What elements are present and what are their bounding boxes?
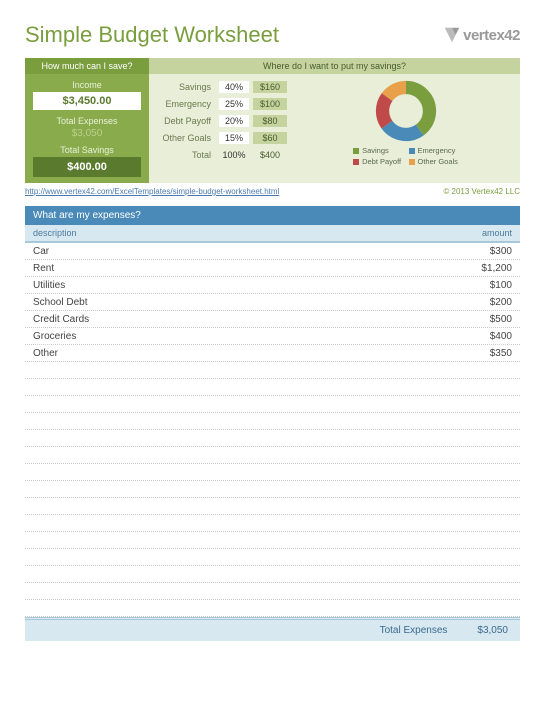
allocation-donut-chart — [375, 80, 437, 142]
brand-logo: vertex42 — [443, 26, 520, 44]
chart-legend: Savings Emergency Debt Payoff Other Goals — [353, 146, 458, 166]
expense-row-empty[interactable] — [25, 549, 520, 566]
source-link[interactable]: http://www.vertex42.com/ExcelTemplates/s… — [25, 187, 279, 196]
allocation-header: Where do I want to put my savings? — [149, 58, 520, 74]
total-savings-value: $400.00 — [33, 157, 141, 177]
expense-row[interactable]: Other $350 — [25, 345, 520, 362]
alloc-total-pct: 100% — [219, 149, 249, 161]
vertex-icon — [443, 26, 461, 44]
alloc-pct[interactable]: 15% — [219, 132, 249, 144]
allocation-table: Savings40% $160 Emergency25% $100 Debt Payof… — [157, 80, 287, 166]
expense-amt: $350 — [490, 348, 512, 359]
expense-amt: $200 — [490, 297, 512, 308]
alloc-total-amt: $400 — [253, 149, 287, 161]
expense-row-empty[interactable] — [25, 430, 520, 447]
expense-desc: Groceries — [33, 331, 76, 342]
expense-desc: Other — [33, 348, 58, 359]
legend-item: Emergency — [409, 146, 458, 155]
alloc-amt: $80 — [253, 115, 287, 127]
legend-swatch — [409, 159, 415, 165]
alloc-label: Emergency — [157, 99, 219, 109]
expense-amt: $300 — [490, 246, 512, 257]
expense-row-empty[interactable] — [25, 566, 520, 583]
expense-row-empty[interactable] — [25, 498, 520, 515]
legend-swatch — [353, 148, 359, 154]
allocation-row: Emergency25% $100 — [157, 97, 287, 111]
expense-row-empty[interactable] — [25, 532, 520, 549]
expenses-total-label: Total Expenses — [380, 625, 448, 636]
expenses-total-value: $3,050 — [477, 625, 508, 636]
alloc-amt: $100 — [253, 98, 287, 110]
alloc-pct[interactable]: 40% — [219, 81, 249, 93]
legend-item: Debt Payoff — [353, 157, 402, 166]
expenses-section: What are my expenses? description amount… — [25, 206, 520, 641]
expense-desc: Credit Cards — [33, 314, 89, 325]
total-expenses-value: $3,050 — [33, 128, 141, 139]
alloc-label: Savings — [157, 82, 219, 92]
expense-row-empty[interactable] — [25, 362, 520, 379]
income-label: Income — [33, 80, 141, 90]
expense-row[interactable]: Credit Cards $500 — [25, 311, 520, 328]
expense-desc: Utilities — [33, 280, 65, 291]
allocation-row: Other Goals15% $60 — [157, 131, 287, 145]
alloc-label: Other Goals — [157, 133, 219, 143]
total-expenses-label: Total Expenses — [33, 116, 141, 126]
savings-summary-header: How much can I save? — [25, 58, 149, 74]
expense-desc: Car — [33, 246, 49, 257]
legend-item: Other Goals — [409, 157, 458, 166]
alloc-amt: $160 — [253, 81, 287, 93]
copyright: © 2013 Vertex42 LLC — [443, 187, 520, 196]
expense-desc: Rent — [33, 263, 54, 274]
allocation-panel: Where do I want to put my savings? Savin… — [149, 58, 520, 183]
allocation-total-row: Total100% $400 — [157, 148, 287, 162]
expense-row[interactable]: School Debt $200 — [25, 294, 520, 311]
expense-amt: $400 — [490, 331, 512, 342]
brand-text: vertex42 — [463, 27, 520, 44]
alloc-pct[interactable]: 25% — [219, 98, 249, 110]
alloc-label: Debt Payoff — [157, 116, 219, 126]
expense-row-empty[interactable] — [25, 379, 520, 396]
legend-item: Savings — [353, 146, 402, 155]
expense-row-empty[interactable] — [25, 413, 520, 430]
expenses-header: What are my expenses? — [25, 206, 520, 225]
alloc-pct[interactable]: 20% — [219, 115, 249, 127]
expense-row-empty[interactable] — [25, 447, 520, 464]
total-savings-label: Total Savings — [33, 145, 141, 155]
expense-row[interactable]: Rent $1,200 — [25, 260, 520, 277]
legend-label: Other Goals — [418, 157, 458, 166]
expense-row[interactable]: Car $300 — [25, 243, 520, 260]
expense-desc: School Debt — [33, 297, 87, 308]
expense-row-empty[interactable] — [25, 481, 520, 498]
legend-swatch — [409, 148, 415, 154]
expense-row-empty[interactable] — [25, 583, 520, 600]
col-description: description — [33, 228, 77, 238]
expense-row-empty[interactable] — [25, 464, 520, 481]
allocation-row: Debt Payoff20% $80 — [157, 114, 287, 128]
legend-label: Savings — [362, 146, 389, 155]
legend-swatch — [353, 159, 359, 165]
expense-row[interactable]: Groceries $400 — [25, 328, 520, 345]
legend-label: Debt Payoff — [362, 157, 401, 166]
allocation-row: Savings40% $160 — [157, 80, 287, 94]
income-value[interactable]: $3,450.00 — [33, 92, 141, 110]
expense-row-empty[interactable] — [25, 600, 520, 617]
col-amount: amount — [482, 228, 512, 238]
alloc-amt: $60 — [253, 132, 287, 144]
savings-summary-panel: How much can I save? Income $3,450.00 To… — [25, 58, 149, 183]
expense-row[interactable]: Utilities $100 — [25, 277, 520, 294]
alloc-total-label: Total — [157, 150, 219, 160]
page-title: Simple Budget Worksheet — [25, 22, 279, 48]
legend-label: Emergency — [418, 146, 456, 155]
expense-row-empty[interactable] — [25, 515, 520, 532]
expense-amt: $1,200 — [481, 263, 512, 274]
expense-row-empty[interactable] — [25, 396, 520, 413]
expense-amt: $500 — [490, 314, 512, 325]
expense-amt: $100 — [490, 280, 512, 291]
